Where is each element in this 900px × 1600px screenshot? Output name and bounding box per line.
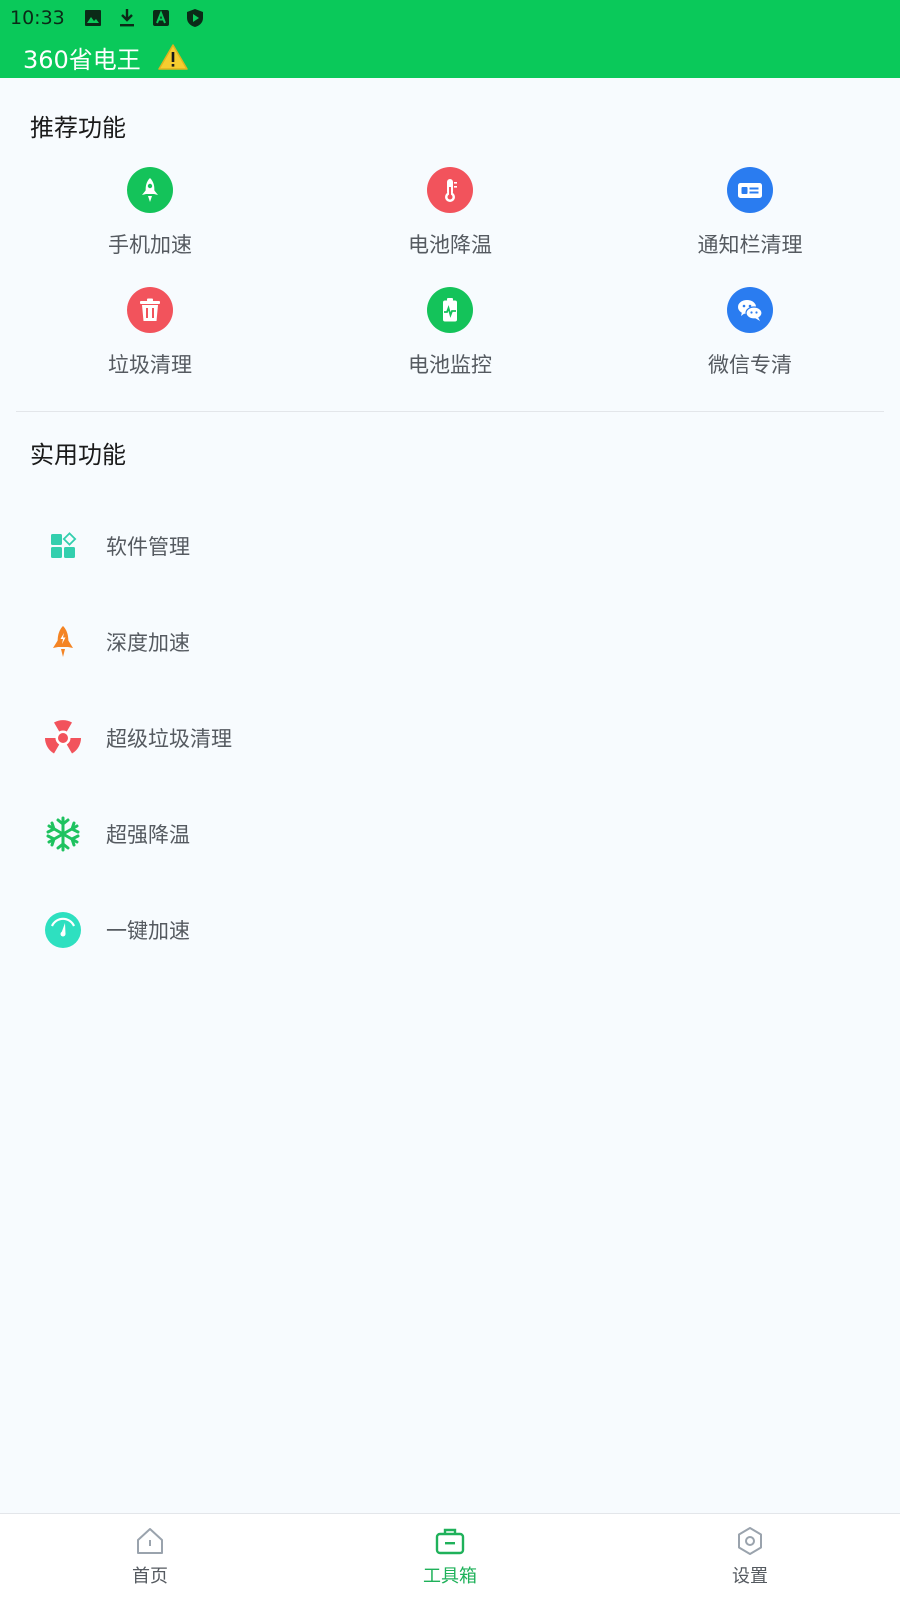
app-header: 10:33 360省电王 [0, 0, 900, 78]
rec-item-junk-clean[interactable]: 垃圾清理 [0, 287, 300, 387]
util-item-super-cooling[interactable]: 超强降温 [0, 786, 900, 882]
rec-item-label: 手机加速 [108, 233, 192, 257]
util-item-label: 软件管理 [106, 535, 190, 559]
speedometer-icon [43, 910, 83, 950]
nav-tab-label: 设置 [732, 1566, 768, 1587]
rocket-icon [127, 167, 173, 213]
wechat-icon [727, 287, 773, 333]
nav-tab-label: 首页 [132, 1566, 168, 1587]
image-icon [83, 8, 103, 28]
apps-grid-icon [43, 526, 83, 566]
home-icon [133, 1524, 167, 1558]
rec-item-label: 电池监控 [408, 353, 492, 377]
trash-icon [127, 287, 173, 333]
main-content: 推荐功能 手机加速 电池降温 通知栏清理 垃圾清理 电池监控 微信专清 实用功能… [0, 78, 900, 1513]
rec-item-label: 垃圾清理 [108, 353, 192, 377]
play-shield-icon [185, 8, 205, 28]
nav-tab-home[interactable]: 首页 [0, 1514, 300, 1600]
notification-card-icon [727, 167, 773, 213]
bottom-nav: 首页 工具箱 设置 [0, 1513, 900, 1600]
util-item-app-manager[interactable]: 软件管理 [0, 498, 900, 594]
download-icon [117, 8, 137, 28]
status-bar: 10:33 [10, 6, 205, 30]
nav-tab-label: 工具箱 [423, 1566, 477, 1587]
toolbox-icon [433, 1524, 467, 1558]
rec-item-label: 微信专清 [708, 353, 792, 377]
status-time: 10:33 [10, 7, 65, 29]
rocket-bolt-icon [43, 622, 83, 662]
rec-item-label: 通知栏清理 [697, 233, 803, 257]
utility-section-title: 实用功能 [30, 441, 126, 469]
util-item-label: 一键加速 [106, 919, 190, 943]
section-divider [16, 411, 884, 412]
snowflake-icon [43, 814, 83, 854]
util-item-label: 超强降温 [106, 823, 190, 847]
util-item-one-click-boost[interactable]: 一键加速 [0, 882, 900, 978]
util-item-label: 超级垃圾清理 [106, 727, 232, 751]
settings-hex-icon [733, 1524, 767, 1558]
rec-item-label: 电池降温 [408, 233, 492, 257]
util-item-deep-boost[interactable]: 深度加速 [0, 594, 900, 690]
nav-tab-toolbox[interactable]: 工具箱 [300, 1514, 600, 1600]
rec-item-battery-monitor[interactable]: 电池监控 [300, 287, 600, 387]
app-title-row: 360省电王 [23, 40, 189, 74]
radiation-icon [43, 718, 83, 758]
warning-icon[interactable] [157, 43, 189, 71]
rec-item-battery-cool[interactable]: 电池降温 [300, 167, 600, 267]
thermometer-icon [427, 167, 473, 213]
util-item-super-junk-clean[interactable]: 超级垃圾清理 [0, 690, 900, 786]
battery-monitor-icon [427, 287, 473, 333]
rec-item-phone-boost[interactable]: 手机加速 [0, 167, 300, 267]
recommended-section-title: 推荐功能 [30, 114, 126, 142]
rec-item-notification-clean[interactable]: 通知栏清理 [600, 167, 900, 267]
a-badge-icon [151, 8, 171, 28]
rec-item-wechat-clean[interactable]: 微信专清 [600, 287, 900, 387]
nav-tab-settings[interactable]: 设置 [600, 1514, 900, 1600]
util-item-label: 深度加速 [106, 631, 190, 655]
app-title: 360省电王 [23, 45, 141, 74]
